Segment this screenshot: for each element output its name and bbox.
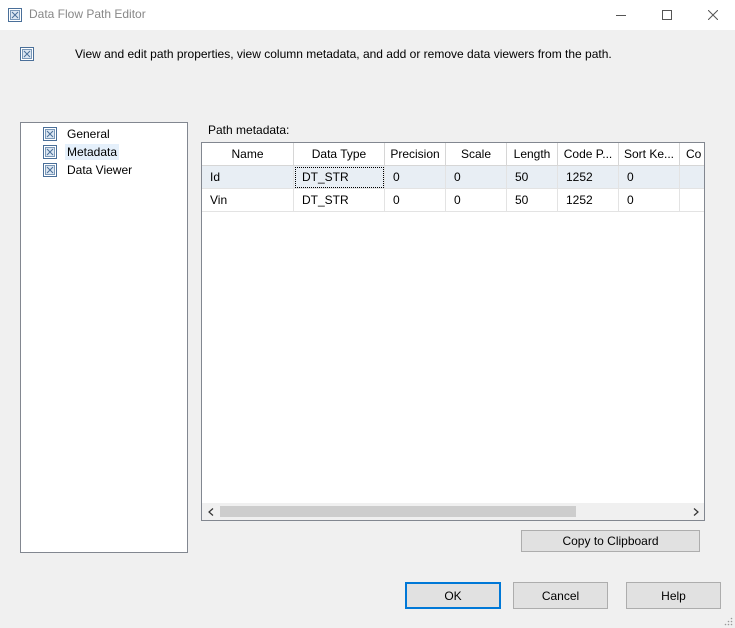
column-header[interactable]: Length bbox=[507, 143, 558, 166]
grid-header: Name Data Type Precision Scale Length Co… bbox=[202, 143, 704, 166]
column-header[interactable]: Name bbox=[202, 143, 294, 166]
page-icon bbox=[43, 127, 57, 141]
nav-item-label: General bbox=[67, 127, 110, 141]
table-cell[interactable]: Id bbox=[202, 166, 294, 189]
table-cell[interactable]: Vin bbox=[202, 189, 294, 212]
table-cell[interactable]: DT_STR bbox=[294, 189, 385, 212]
nav-item-metadata[interactable]: Metadata bbox=[43, 143, 120, 161]
title-bar: Data Flow Path Editor bbox=[0, 0, 735, 30]
nav-item-label: Metadata bbox=[65, 144, 120, 160]
table-cell[interactable]: 0 bbox=[446, 166, 507, 189]
page-icon bbox=[43, 163, 57, 177]
chevron-right-icon bbox=[693, 507, 699, 516]
table-cell[interactable]: 0 bbox=[619, 189, 680, 212]
scrollbar-thumb[interactable] bbox=[220, 506, 576, 517]
table-cell[interactable] bbox=[680, 189, 704, 212]
cancel-button[interactable]: Cancel bbox=[513, 582, 608, 609]
minimize-button[interactable] bbox=[598, 0, 644, 30]
table-cell[interactable]: 0 bbox=[619, 166, 680, 189]
table-cell[interactable]: 1252 bbox=[558, 189, 619, 212]
column-header[interactable]: Precision bbox=[385, 143, 446, 166]
close-icon bbox=[708, 10, 718, 20]
column-header[interactable]: Sort Ke... bbox=[619, 143, 680, 166]
table-cell[interactable]: 50 bbox=[507, 166, 558, 189]
ok-button[interactable]: OK bbox=[405, 582, 501, 609]
scroll-right-button[interactable] bbox=[687, 503, 704, 520]
table-cell[interactable]: DT_STR bbox=[294, 166, 385, 189]
column-header[interactable]: Code P... bbox=[558, 143, 619, 166]
nav-item-label: Data Viewer bbox=[67, 163, 133, 177]
table-cell[interactable] bbox=[680, 166, 704, 189]
maximize-icon bbox=[662, 10, 672, 20]
metadata-grid[interactable]: Name Data Type Precision Scale Length Co… bbox=[201, 142, 705, 521]
table-row[interactable]: Id DT_STR 0 0 50 1252 0 bbox=[202, 166, 704, 189]
header-description: View and edit path properties, view colu… bbox=[75, 47, 612, 61]
column-header[interactable]: Data Type bbox=[294, 143, 385, 166]
nav-item-data-viewer[interactable]: Data Viewer bbox=[43, 161, 134, 179]
path-metadata-label: Path metadata: bbox=[208, 123, 290, 137]
maximize-button[interactable] bbox=[644, 0, 690, 30]
resize-grip-icon[interactable] bbox=[723, 616, 733, 626]
copy-to-clipboard-button[interactable]: Copy to Clipboard bbox=[521, 530, 700, 552]
dataflow-path-icon bbox=[20, 47, 34, 61]
column-header[interactable]: Scale bbox=[446, 143, 507, 166]
horizontal-scrollbar[interactable] bbox=[202, 503, 704, 520]
table-cell[interactable]: 0 bbox=[446, 189, 507, 212]
table-row[interactable]: Vin DT_STR 0 0 50 1252 0 bbox=[202, 189, 704, 212]
table-cell[interactable]: 0 bbox=[385, 189, 446, 212]
nav-tree: General Metadata Data Viewer bbox=[20, 122, 188, 553]
page-icon bbox=[43, 145, 57, 159]
minimize-icon bbox=[616, 15, 626, 16]
table-cell[interactable]: 0 bbox=[385, 166, 446, 189]
dataflow-path-icon bbox=[8, 8, 22, 22]
help-button[interactable]: Help bbox=[626, 582, 721, 609]
chevron-left-icon bbox=[207, 507, 213, 516]
column-header[interactable]: Co bbox=[680, 143, 704, 166]
scroll-left-button[interactable] bbox=[202, 503, 219, 520]
table-cell[interactable]: 50 bbox=[507, 189, 558, 212]
close-button[interactable] bbox=[690, 0, 735, 30]
window-title: Data Flow Path Editor bbox=[29, 7, 146, 21]
nav-item-general[interactable]: General bbox=[43, 125, 112, 143]
table-cell[interactable]: 1252 bbox=[558, 166, 619, 189]
